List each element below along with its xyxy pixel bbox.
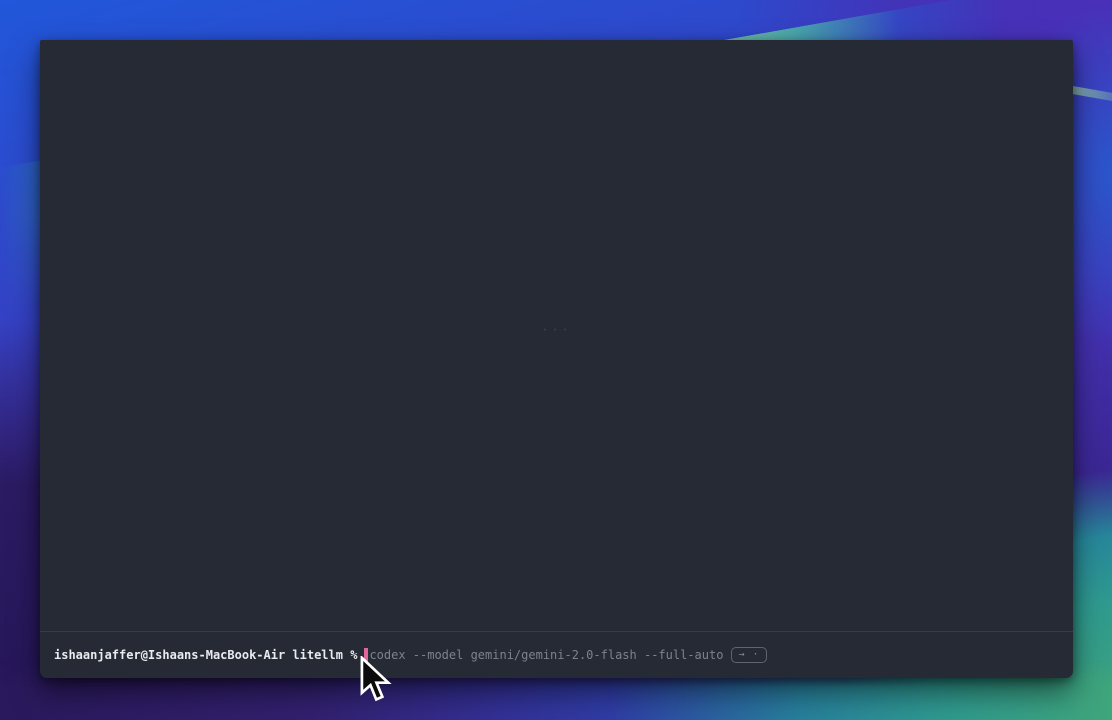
terminal-prompt-line[interactable]: ishaanjaffer@Ishaans-MacBook-Air litellm… [40, 632, 1073, 678]
terminal-window[interactable]: ··· ishaanjaffer@Ishaans-MacBook-Air lit… [40, 40, 1073, 678]
accept-suggestion-badge: → · [731, 647, 766, 663]
shell-prompt: ishaanjaffer@Ishaans-MacBook-Air litellm… [54, 648, 357, 662]
autosuggestion-text: codex --model gemini/gemini-2.0-flash --… [369, 648, 723, 662]
terminal-scrollback: ··· [40, 40, 1073, 631]
desktop-wallpaper: ··· ishaanjaffer@Ishaans-MacBook-Air lit… [0, 0, 1112, 720]
mouse-pointer-icon [360, 656, 392, 705]
loading-ellipsis: ··· [541, 323, 572, 337]
